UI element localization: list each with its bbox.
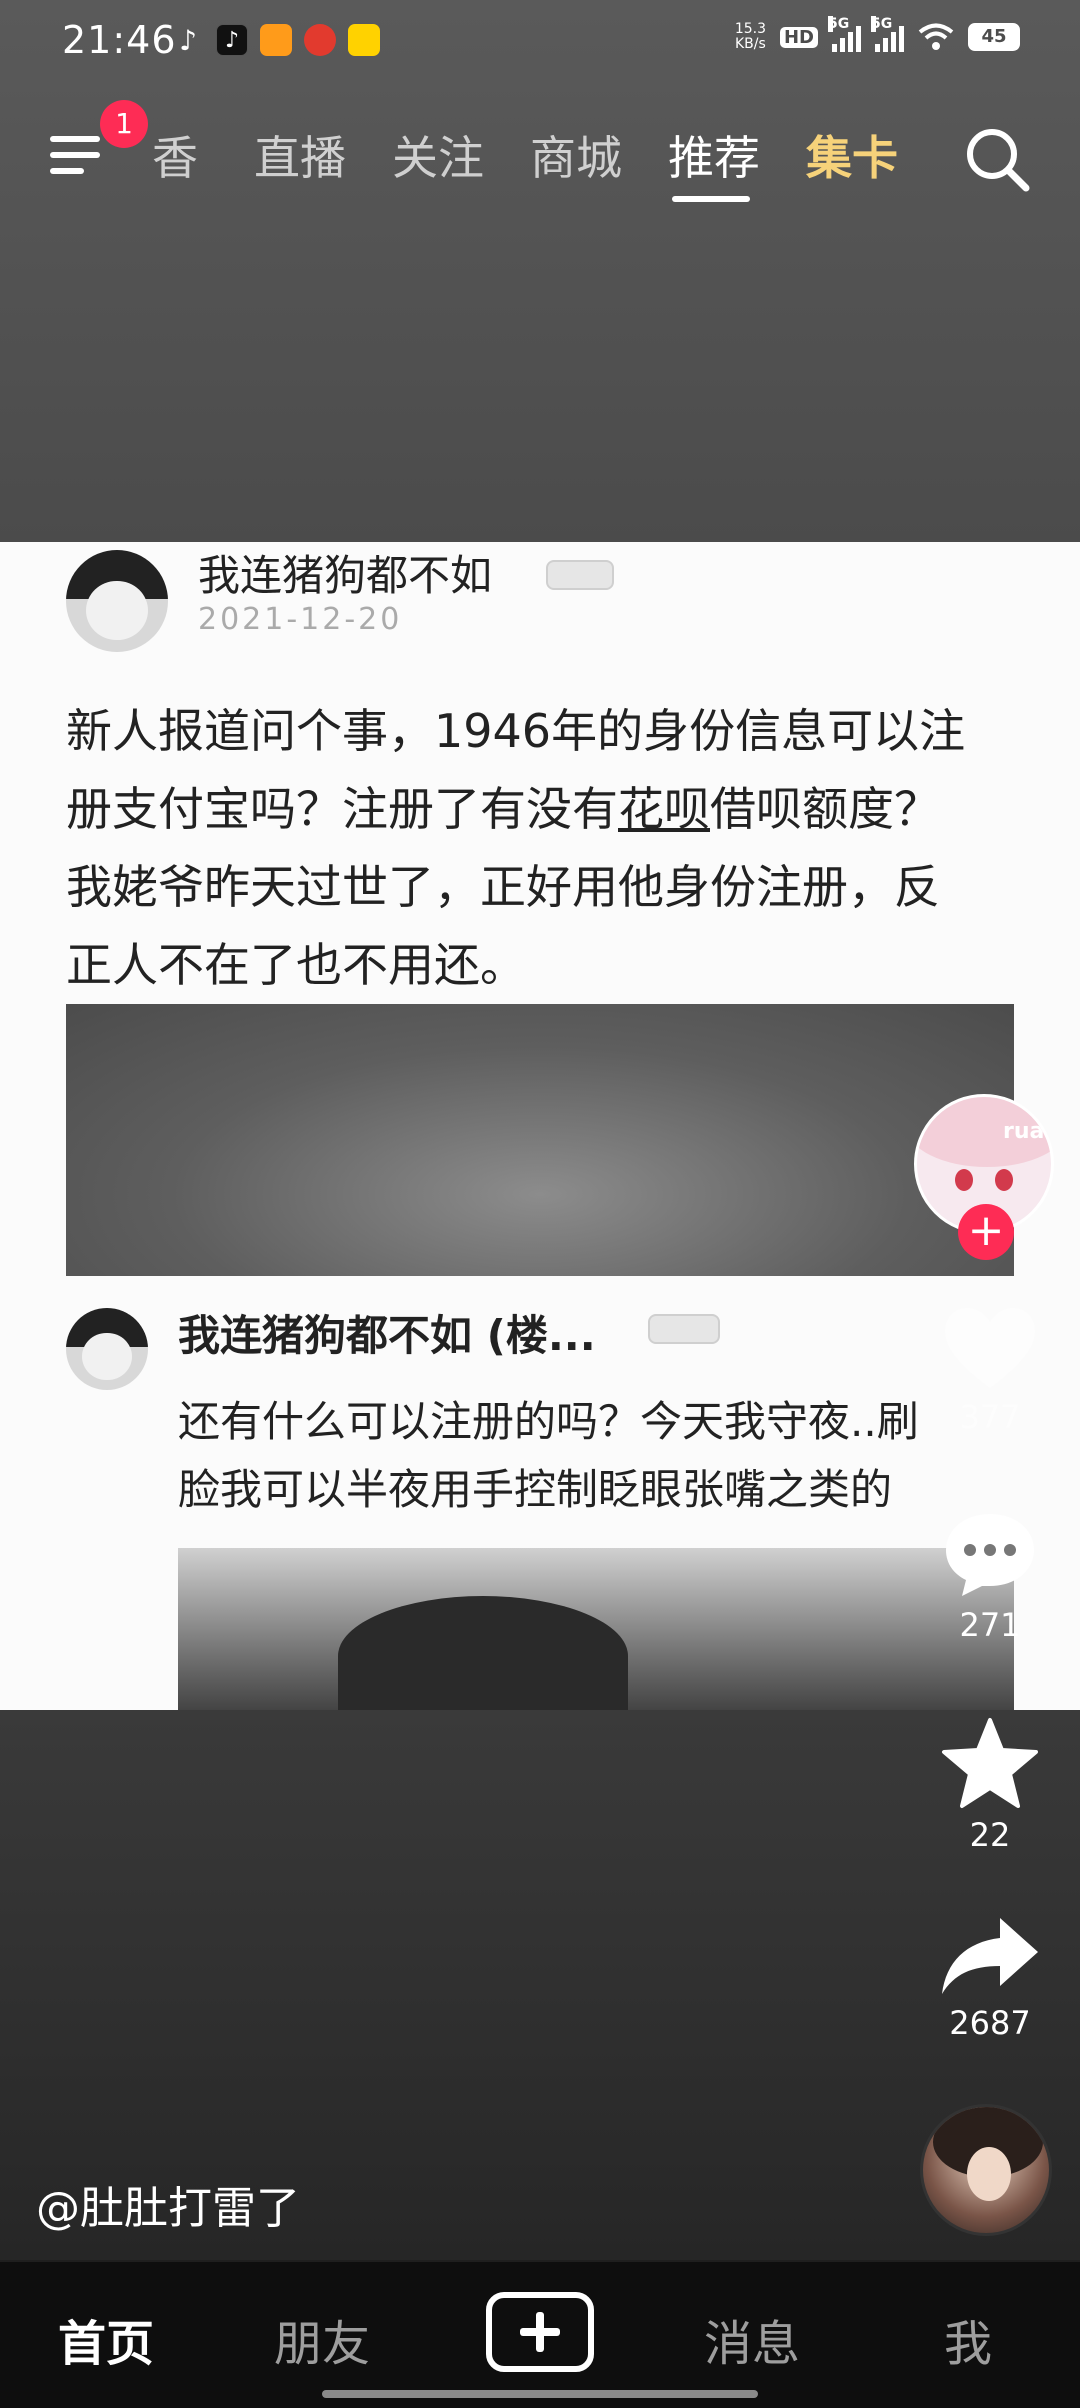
create-button[interactable] bbox=[486, 2292, 594, 2372]
share-count: 2687 bbox=[949, 2004, 1031, 2042]
red-app-icon bbox=[304, 24, 336, 56]
tab-recommend[interactable]: 推荐 bbox=[668, 122, 760, 188]
post-body: 新人报道问个事，1946年的身份信息可以注 册支付宝吗？注册了有没有花呗借呗额度… bbox=[66, 704, 966, 992]
huabei-link: 花呗 bbox=[618, 782, 710, 836]
tiktok-lite-icon: ♪ bbox=[179, 23, 197, 57]
hd-badge: HD bbox=[779, 26, 818, 48]
post-image bbox=[66, 1004, 1014, 1276]
menu-button[interactable] bbox=[50, 130, 106, 180]
tab-live[interactable]: 直播 bbox=[254, 122, 346, 188]
reply-body: 还有什么可以注册的吗？今天我守夜..刷 脸我可以半夜用手控制眨眼张嘴之类的 bbox=[178, 1397, 919, 1514]
status-bar: 21:46 ♪ ♪ 15.3 KB/s HD 5G 5G 45 bbox=[0, 0, 1080, 84]
wifi-icon bbox=[918, 23, 954, 50]
share-arrow-icon bbox=[942, 1918, 1038, 1994]
reply-level-tag bbox=[648, 1314, 720, 1344]
tab-following[interactable]: 关注 bbox=[392, 122, 484, 188]
network-speed: 15.3 KB/s bbox=[734, 21, 766, 52]
video-app-icon bbox=[260, 24, 292, 56]
heart-icon bbox=[945, 1307, 1035, 1388]
top-nav: 1 香 直播 关注 商城 推荐 集卡 bbox=[0, 100, 1080, 210]
comment-count: 271 bbox=[959, 1606, 1021, 1644]
comment-icon bbox=[946, 1514, 1034, 1596]
bottom-nav: 首页 朋友 消息 我 bbox=[0, 2262, 1080, 2408]
post-username: 我连猪狗都不如 bbox=[198, 551, 493, 600]
like-count: 377 bbox=[959, 1398, 1021, 1436]
star-icon bbox=[942, 1718, 1038, 1808]
tab-partial[interactable]: 香 bbox=[152, 122, 198, 188]
nav-messages[interactable]: 消息 bbox=[704, 2304, 800, 2374]
favorite-button[interactable]: 22 bbox=[930, 1716, 1050, 1854]
author-handle[interactable]: @肚肚打雷了 bbox=[36, 2172, 300, 2236]
search-icon[interactable] bbox=[958, 120, 1038, 200]
status-indicators: 15.3 KB/s HD 5G 5G 45 bbox=[734, 16, 1020, 52]
signal-icon: 5G bbox=[828, 16, 861, 52]
battery-icon: 45 bbox=[968, 23, 1020, 51]
favorite-count: 22 bbox=[969, 1816, 1011, 1854]
status-app-icons: ♪ ♪ bbox=[172, 23, 380, 57]
level-tag bbox=[546, 560, 614, 590]
home-indicator bbox=[322, 2390, 758, 2398]
nav-me[interactable]: 我 bbox=[944, 2304, 992, 2374]
notification-badge: 1 bbox=[100, 100, 148, 148]
reply-username: 我连猪狗都不如 (楼... bbox=[178, 1311, 596, 1360]
tab-collect-cards[interactable]: 集卡 bbox=[806, 122, 898, 188]
follow-plus-icon[interactable]: + bbox=[958, 1204, 1014, 1260]
like-button[interactable]: 377 bbox=[930, 1300, 1050, 1436]
nav-friends[interactable]: 朋友 bbox=[274, 2304, 370, 2374]
reply-image bbox=[178, 1548, 1014, 1710]
tab-mall[interactable]: 商城 bbox=[530, 122, 622, 188]
music-disc[interactable] bbox=[920, 2104, 1052, 2236]
post-avatar bbox=[66, 550, 168, 652]
comment-button[interactable]: 271 bbox=[930, 1508, 1050, 1644]
reply-avatar bbox=[66, 1308, 148, 1390]
active-tab-indicator bbox=[672, 196, 750, 202]
nav-home[interactable]: 首页 bbox=[58, 2304, 154, 2374]
share-button[interactable]: 2687 bbox=[930, 1914, 1050, 2042]
status-time: 21:46 bbox=[62, 18, 177, 62]
post-date: 2021-12-20 bbox=[198, 602, 403, 637]
signal-icon-2: 5G bbox=[871, 16, 904, 52]
tiktok-icon: ♪ bbox=[216, 24, 248, 56]
meituan-icon bbox=[348, 24, 380, 56]
